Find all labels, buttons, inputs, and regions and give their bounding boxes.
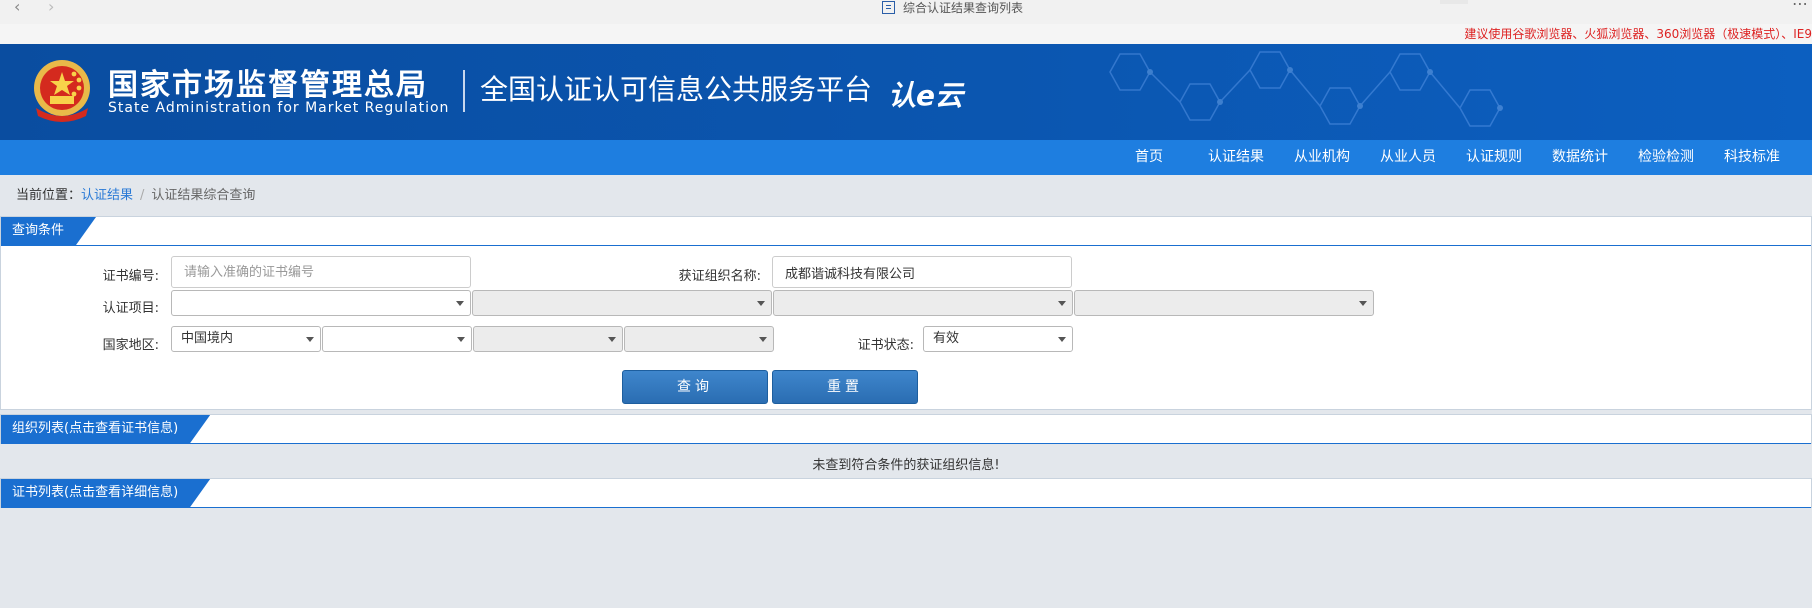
chevron-down-icon xyxy=(306,337,314,342)
breadcrumb: 当前位置：认证结果 / 认证结果综合查询 xyxy=(16,184,255,203)
nav-item-statistics[interactable]: 数据统计 xyxy=(1537,140,1623,175)
query-panel: 查询条件 证书编号: 获证组织名称: 认证项目: 国家地区: 中国境内 证书状态… xyxy=(0,216,1812,410)
org-name-input[interactable] xyxy=(772,256,1072,288)
agency-name-en: State Administration for Market Regulati… xyxy=(108,100,450,116)
nav-item-home[interactable]: 首页 xyxy=(1120,140,1193,175)
nav-item-cert-results[interactable]: 认证结果 xyxy=(1193,140,1279,175)
org-name-label: 获证组织名称: xyxy=(678,269,761,284)
project-select-1[interactable] xyxy=(171,290,471,316)
country-select[interactable]: 中国境内 xyxy=(171,326,321,352)
chevron-down-icon xyxy=(1359,301,1367,306)
project-select-4 xyxy=(1074,290,1374,316)
platform-logo: 认e云 xyxy=(888,79,963,112)
cert-list-title: 证书列表(点击查看详细信息) xyxy=(1,479,210,507)
project-select-2 xyxy=(472,290,772,316)
browser-tab-hint xyxy=(1440,0,1468,4)
district-select xyxy=(624,326,774,352)
nav-item-standards[interactable]: 科技标准 xyxy=(1709,140,1795,175)
reset-button[interactable]: 重置 xyxy=(772,370,918,404)
status-select[interactable]: 有效 xyxy=(923,326,1073,352)
chevron-right-icon[interactable]: › xyxy=(48,0,54,15)
header-divider xyxy=(463,70,465,112)
org-list-header: 组织列表(点击查看证书信息) xyxy=(1,415,1811,444)
province-select[interactable] xyxy=(322,326,472,352)
cert-no-input[interactable] xyxy=(171,256,471,288)
agency-name-cn: 国家市场监督管理总局 xyxy=(108,68,428,103)
hexagon-pattern-icon xyxy=(1109,51,1503,127)
chevron-down-icon xyxy=(457,337,465,342)
platform-name: 全国认证认可信息公共服务平台 xyxy=(480,73,873,106)
cert-list-header: 证书列表(点击查看详细信息) xyxy=(1,479,1811,508)
chevron-down-icon xyxy=(1058,301,1066,306)
chevron-left-icon[interactable]: ‹ xyxy=(14,0,20,15)
search-button[interactable]: 查询 xyxy=(622,370,768,404)
browser-warning: 建议使用谷歌浏览器、火狐浏览器、360浏览器（极速模式）、IE9 xyxy=(0,24,1812,44)
breadcrumb-separator: / xyxy=(140,188,145,203)
breadcrumb-prefix: 当前位置： xyxy=(16,188,82,203)
breadcrumb-current: 认证结果综合查询 xyxy=(151,188,256,203)
org-list-panel: 组织列表(点击查看证书信息) xyxy=(0,414,1812,444)
browser-toolbar: ‹ › 综合认证结果查询列表 ⋯ xyxy=(0,0,1812,25)
chevron-down-icon xyxy=(757,301,765,306)
project-label: 认证项目: xyxy=(102,301,159,316)
nav-item-testing[interactable]: 检验检测 xyxy=(1623,140,1709,175)
status-select-value: 有效 xyxy=(933,331,960,346)
chevron-down-icon xyxy=(456,301,464,306)
city-select xyxy=(473,326,623,352)
national-emblem-icon xyxy=(34,60,90,122)
nav-item-personnel[interactable]: 从业人员 xyxy=(1365,140,1451,175)
main-nav: 首页 认证结果 从业机构 从业人员 认证规则 数据统计 检验检测 科技标准 xyxy=(0,140,1812,175)
more-icon[interactable]: ⋯ xyxy=(1792,0,1808,13)
org-list-title: 组织列表(点击查看证书信息) xyxy=(1,415,210,443)
country-select-value: 中国境内 xyxy=(181,331,234,346)
chevron-down-icon xyxy=(1058,337,1066,342)
query-panel-header: 查询条件 xyxy=(1,217,1811,246)
chevron-down-icon xyxy=(608,337,616,342)
nav-item-institutions[interactable]: 从业机构 xyxy=(1279,140,1365,175)
project-select-3 xyxy=(773,290,1073,316)
cert-list-panel: 证书列表(点击查看详细信息) xyxy=(0,478,1812,508)
page-icon xyxy=(882,0,895,14)
nav-item-cert-rules[interactable]: 认证规则 xyxy=(1451,140,1537,175)
status-label: 证书状态: xyxy=(857,338,914,353)
site-header: 国家市场监督管理总局 State Administration for Mark… xyxy=(0,44,1812,140)
cert-no-label: 证书编号: xyxy=(102,269,159,284)
region-label: 国家地区: xyxy=(102,338,159,353)
chevron-down-icon xyxy=(759,337,767,342)
breadcrumb-link-cert-results[interactable]: 认证结果 xyxy=(81,188,133,203)
query-panel-title: 查询条件 xyxy=(1,217,96,245)
browser-tab-title: 综合认证结果查询列表 xyxy=(903,0,1024,15)
browser-tab[interactable]: 综合认证结果查询列表 xyxy=(882,0,1024,15)
org-list-empty-message: 未查到符合条件的获证组织信息! xyxy=(812,458,1000,473)
